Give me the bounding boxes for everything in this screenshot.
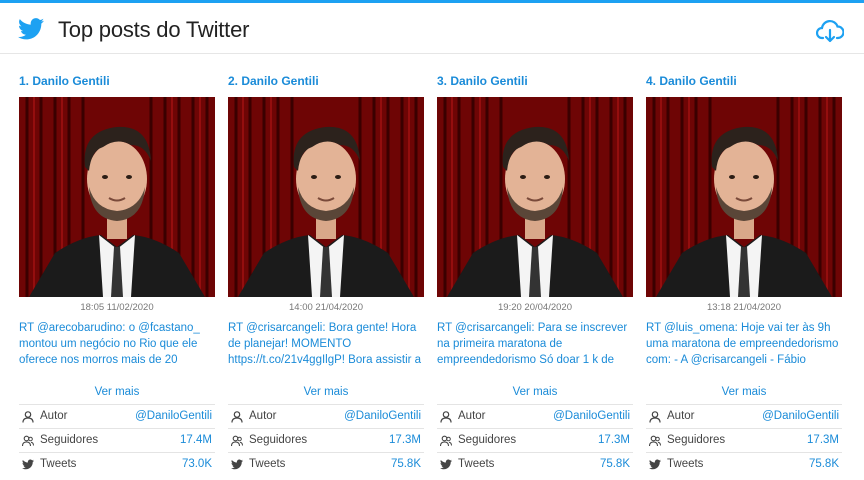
- followers-count: 17.3M: [598, 434, 630, 446]
- user-icon: [231, 411, 243, 423]
- post-timestamp: 19:20 20/04/2020: [498, 302, 572, 313]
- user-icon: [22, 411, 34, 423]
- see-more-link[interactable]: Ver mais: [228, 386, 424, 398]
- stat-label-followers: Seguidores: [458, 434, 517, 446]
- twitter-bird-icon: [22, 459, 34, 471]
- stat-row-author: Autor @DaniloGentili: [228, 404, 424, 428]
- widget-title: Top posts do Twitter: [58, 17, 250, 42]
- see-more-link[interactable]: Ver mais: [19, 386, 215, 398]
- stat-row-followers: Seguidores 17.3M: [228, 428, 424, 452]
- author-handle-link[interactable]: @DaniloGentili: [135, 410, 212, 422]
- users-icon: [648, 435, 661, 447]
- post-card: 4. Danilo Gentili 13:18 21/04/2020 RT @l…: [646, 54, 844, 480]
- post-image[interactable]: [19, 97, 215, 297]
- post-card: 2. Danilo Gentili 14:00 21/04/2020 RT @c…: [228, 54, 426, 480]
- post-image[interactable]: [646, 97, 842, 297]
- author-handle-link[interactable]: @DaniloGentili: [553, 410, 630, 422]
- post-author-name[interactable]: 4. Danilo Gentili: [646, 74, 737, 88]
- twitter-bird-icon: [18, 18, 44, 40]
- stat-label-tweets: Tweets: [667, 458, 704, 470]
- post-image[interactable]: [228, 97, 424, 297]
- stat-row-tweets: Tweets 75.8K: [646, 452, 842, 476]
- post-text[interactable]: RT @crisarcangeli: Para se inscrever na …: [437, 320, 635, 368]
- cloud-download-icon[interactable]: [815, 19, 845, 43]
- users-icon: [439, 435, 452, 447]
- post-card: 1. Danilo Gentili 18:05 11/02/2020 RT @a…: [19, 54, 217, 480]
- tweets-count: 75.8K: [390, 458, 421, 470]
- tweets-count: 75.8K: [808, 458, 839, 470]
- post-author-name[interactable]: 1. Danilo Gentili: [19, 74, 110, 88]
- post-card: 3. Danilo Gentili 19:20 20/04/2020 RT @c…: [437, 54, 635, 480]
- stat-label-author: Autor: [249, 410, 277, 422]
- author-handle-link[interactable]: @DaniloGentili: [344, 410, 421, 422]
- users-icon: [21, 435, 34, 447]
- stat-row-followers: Seguidores 17.3M: [437, 428, 633, 452]
- stat-row-tweets: Tweets 75.8K: [228, 452, 424, 476]
- tweets-count: 75.8K: [599, 458, 630, 470]
- stat-label-tweets: Tweets: [458, 458, 495, 470]
- stat-row-author: Autor @DaniloGentili: [437, 404, 633, 428]
- stat-label-followers: Seguidores: [40, 434, 99, 446]
- stat-label-followers: Seguidores: [667, 434, 726, 446]
- see-more-link[interactable]: Ver mais: [646, 386, 842, 398]
- stat-row-tweets: Tweets 73.0K: [19, 452, 215, 476]
- stat-label-tweets: Tweets: [249, 458, 286, 470]
- twitter-bird-icon: [440, 459, 452, 471]
- stat-row-followers: Seguidores 17.4M: [19, 428, 215, 452]
- stat-row-author: Autor @DaniloGentili: [646, 404, 842, 428]
- post-timestamp: 13:18 21/04/2020: [707, 302, 781, 313]
- twitter-bird-icon: [231, 459, 243, 471]
- see-more-link[interactable]: Ver mais: [437, 386, 633, 398]
- stat-label-author: Autor: [40, 410, 68, 422]
- followers-count: 17.3M: [389, 434, 421, 446]
- tweets-count: 73.0K: [181, 458, 212, 470]
- stat-row-author: Autor @DaniloGentili: [19, 404, 215, 428]
- stat-label-author: Autor: [667, 410, 695, 422]
- stat-label-tweets: Tweets: [40, 458, 77, 470]
- stat-row-followers: Seguidores 17.3M: [646, 428, 842, 452]
- stat-label-followers: Seguidores: [249, 434, 308, 446]
- user-icon: [649, 411, 661, 423]
- stat-label-author: Autor: [458, 410, 486, 422]
- author-handle-link[interactable]: @DaniloGentili: [762, 410, 839, 422]
- post-text[interactable]: RT @luis_omena: Hoje vai ter às 9h uma m…: [646, 320, 844, 368]
- post-timestamp: 14:00 21/04/2020: [289, 302, 363, 313]
- stat-row-tweets: Tweets 75.8K: [437, 452, 633, 476]
- post-author-name[interactable]: 2. Danilo Gentili: [228, 74, 319, 88]
- user-icon: [440, 411, 452, 423]
- users-icon: [230, 435, 243, 447]
- post-text[interactable]: RT @arecobarudino: o @fcastano_ montou u…: [19, 320, 217, 368]
- followers-count: 17.3M: [807, 434, 839, 446]
- widget-header: Top posts do Twitter: [0, 3, 864, 54]
- post-image[interactable]: [437, 97, 633, 297]
- post-text[interactable]: RT @crisarcangeli: Bora gente! Hora de p…: [228, 320, 426, 368]
- twitter-bird-icon: [649, 459, 661, 471]
- post-author-name[interactable]: 3. Danilo Gentili: [437, 74, 528, 88]
- post-timestamp: 18:05 11/02/2020: [80, 302, 154, 313]
- followers-count: 17.4M: [180, 434, 212, 446]
